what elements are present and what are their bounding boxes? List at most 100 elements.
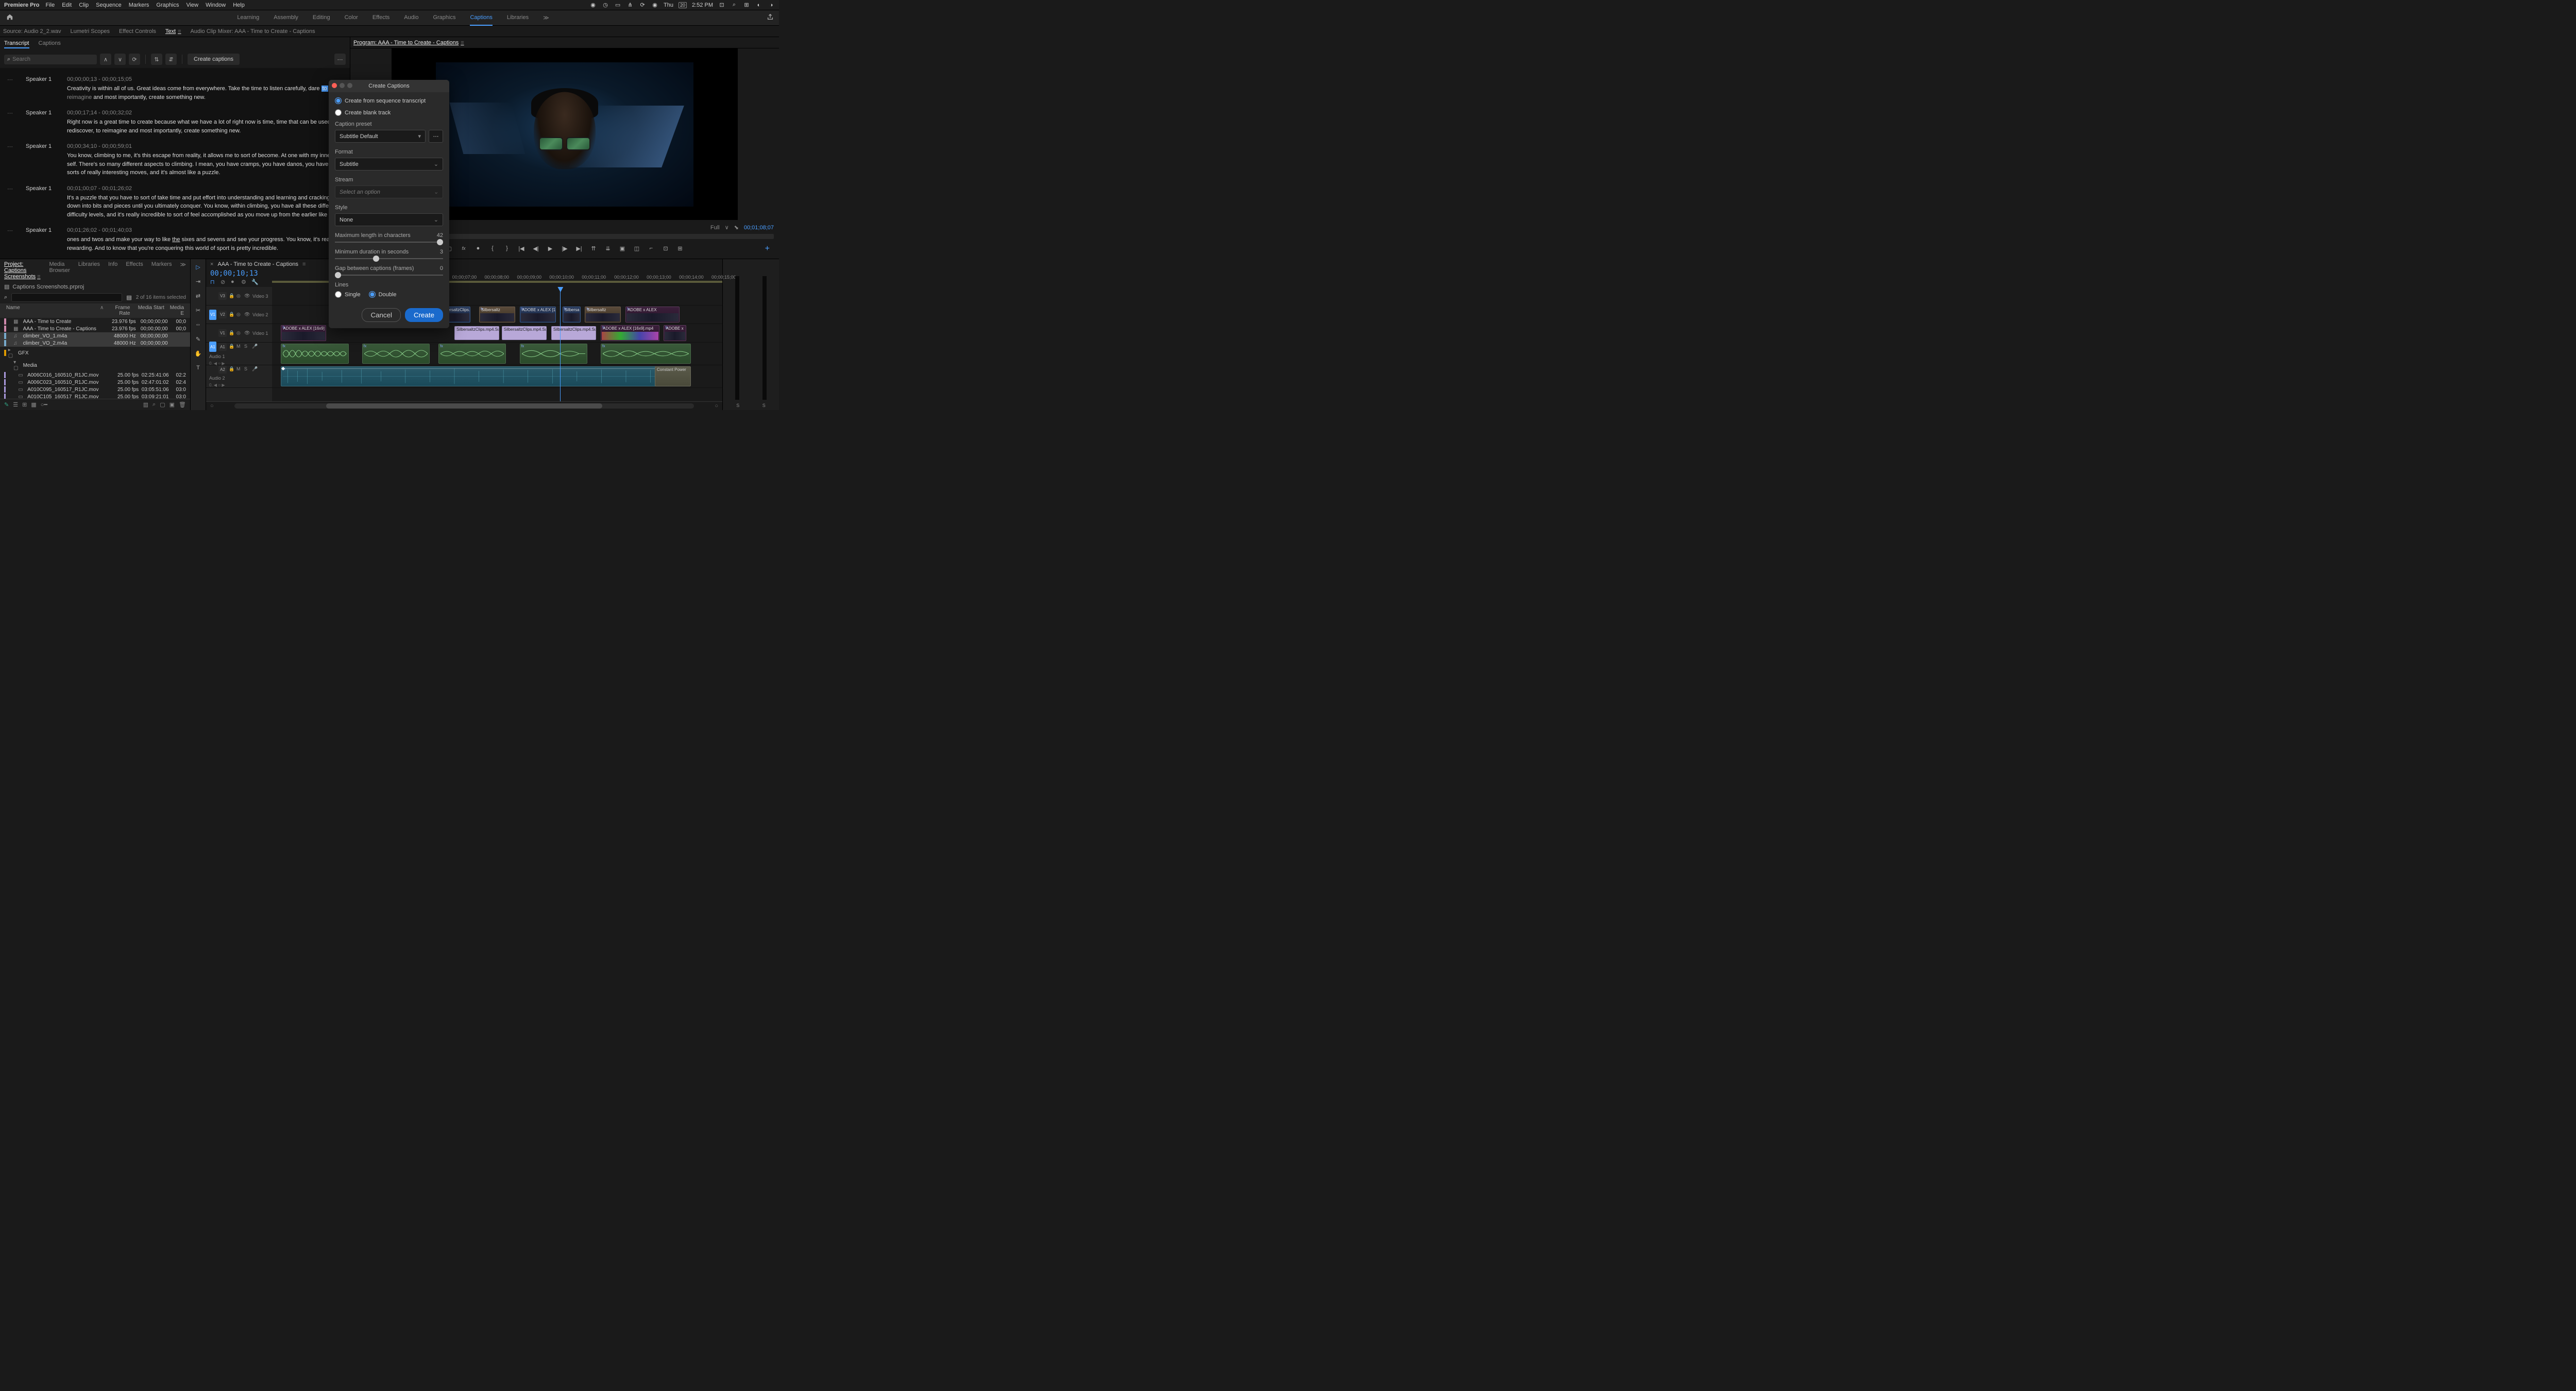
- tab-lumetri[interactable]: Lumetri Scopes: [71, 28, 110, 35]
- prev-button[interactable]: ∧: [100, 54, 111, 65]
- ripple-edit-tool[interactable]: ⇄: [194, 291, 203, 300]
- format-dropdown[interactable]: Subtitle⌄: [335, 158, 443, 171]
- toolbar-more[interactable]: ⋯: [334, 54, 346, 65]
- goto-out-button[interactable]: ▶|: [575, 244, 583, 252]
- ws-editing[interactable]: Editing: [313, 10, 330, 26]
- search-input[interactable]: [12, 56, 94, 62]
- project-overflow[interactable]: ≫: [180, 261, 186, 280]
- segment-text[interactable]: ones and twos and make your way to like …: [67, 235, 343, 252]
- project-search-input[interactable]: [11, 293, 122, 302]
- type-tool[interactable]: T: [194, 363, 203, 372]
- menu-sequence[interactable]: Sequence: [96, 2, 122, 8]
- hscroll-left[interactable]: ○: [210, 403, 214, 409]
- new-bin-icon[interactable]: ▢: [160, 401, 165, 408]
- transcript-segment[interactable]: ⋯ Speaker 1 00;00;34;10 - 00;00;59;01 Yo…: [0, 139, 350, 181]
- slip-tool[interactable]: ⇔: [194, 320, 203, 329]
- tab-text[interactable]: Text≡: [165, 28, 181, 35]
- subtab-captions[interactable]: Captions: [39, 39, 61, 48]
- segment-text[interactable]: Creativity is within all of us. Great id…: [67, 84, 343, 101]
- out-button[interactable]: }: [503, 244, 511, 252]
- new-item-icon[interactable]: ▣: [170, 401, 175, 408]
- project-item[interactable]: ▦AAA - Time to Create23.976 fps00;00;00;…: [0, 318, 190, 325]
- program-tab[interactable]: Program: AAA - Time to Create - Captions…: [353, 40, 464, 46]
- merge-down-button[interactable]: ⇵: [165, 54, 177, 65]
- user-icon[interactable]: ◑: [768, 2, 775, 9]
- project-item[interactable]: ▸ ▢GFX: [0, 347, 190, 359]
- radio-from-transcript[interactable]: Create from sequence transcript: [335, 97, 443, 104]
- create-captions-button[interactable]: Create captions: [188, 54, 240, 65]
- timeline-playhead[interactable]: [560, 287, 561, 401]
- markers-tab[interactable]: Markers: [151, 261, 172, 280]
- ws-more[interactable]: ≫: [543, 10, 549, 26]
- ws-graphics[interactable]: Graphics: [433, 10, 455, 26]
- trash-icon[interactable]: 🗑: [179, 401, 186, 408]
- pen-icon[interactable]: ✎: [4, 401, 9, 408]
- cc-icon[interactable]: ◉: [589, 2, 597, 9]
- zoom-dropdown[interactable]: ⬊: [734, 224, 739, 231]
- control-center-icon[interactable]: ⊞: [743, 2, 750, 9]
- gap-slider[interactable]: [335, 275, 443, 276]
- menu-markers[interactable]: Markers: [129, 2, 149, 8]
- menu-graphics[interactable]: Graphics: [156, 2, 179, 8]
- mindur-slider[interactable]: [335, 258, 443, 259]
- project-item[interactable]: ▭A006C023_160510_R1JC.mov25.00 fps02:47:…: [0, 379, 190, 386]
- effects-tab[interactable]: Effects: [126, 261, 143, 280]
- tab-audio-mixer[interactable]: Audio Clip Mixer: AAA - Time to Create -…: [191, 28, 315, 35]
- track-select-tool[interactable]: ⇥: [194, 277, 203, 286]
- ws-effects[interactable]: Effects: [372, 10, 389, 26]
- maximize-icon[interactable]: [347, 83, 352, 88]
- segment-menu-icon[interactable]: ⋯: [7, 143, 15, 177]
- hscroll-right[interactable]: ○: [715, 403, 718, 409]
- settings-icon[interactable]: ⚙: [241, 279, 248, 286]
- maxlen-slider[interactable]: [335, 242, 443, 243]
- preset-dropdown[interactable]: Subtitle Default▾: [335, 130, 426, 143]
- lift-button[interactable]: ⇈: [589, 244, 598, 252]
- find-icon[interactable]: ⌕: [152, 401, 156, 408]
- next-button[interactable]: ∨: [114, 54, 126, 65]
- filter-icon[interactable]: ▤: [126, 294, 131, 301]
- transcript-segment[interactable]: ⋯ Speaker 1 00;01;26;02 - 00;01;40;03 on…: [0, 223, 350, 257]
- track-head-v1[interactable]: V1 🔒◎👁 Video 1: [206, 324, 272, 343]
- step-back-button[interactable]: ◀|: [532, 244, 540, 252]
- goto-in-button[interactable]: |◀: [517, 244, 526, 252]
- zoom-slider[interactable]: ○━: [41, 401, 47, 408]
- ws-libraries[interactable]: Libraries: [507, 10, 529, 26]
- list-view-icon[interactable]: ☰: [13, 401, 18, 408]
- spotlight-icon[interactable]: ⊡: [718, 2, 725, 9]
- transcript-segment[interactable]: ⋯ Speaker 1 00;00;00;13 - 00;00;15;05 Cr…: [0, 72, 350, 106]
- style-dropdown[interactable]: None⌄: [335, 213, 443, 226]
- radio-blank-track[interactable]: Create blank track: [335, 109, 443, 116]
- wifi-icon[interactable]: ⋔: [626, 2, 634, 9]
- compare-button[interactable]: ◫: [633, 244, 641, 252]
- menu-window[interactable]: Window: [206, 2, 226, 8]
- auto-seq-icon[interactable]: ▥: [143, 401, 148, 408]
- radio-double[interactable]: Double: [369, 291, 397, 298]
- project-item[interactable]: ▾ ▢Media: [0, 359, 190, 371]
- menu-clip[interactable]: Clip: [79, 2, 89, 8]
- project-item[interactable]: ▭A010C105_160517_R1JC.mov25.00 fps03:09:…: [0, 393, 190, 399]
- extract-button[interactable]: ⇊: [604, 244, 612, 252]
- ws-learning[interactable]: Learning: [237, 10, 259, 26]
- media-browser-tab[interactable]: Media Browser: [49, 261, 70, 280]
- timeline-menu-icon[interactable]: ×: [210, 261, 213, 267]
- create-button[interactable]: Create: [405, 308, 443, 322]
- segment-text[interactable]: It's a puzzle that you have to sort of t…: [67, 194, 343, 219]
- segment-menu-icon[interactable]: ⋯: [7, 110, 15, 135]
- track-head-v2[interactable]: V1V2 🔒◎👁 Video 2: [206, 306, 272, 324]
- minimize-icon[interactable]: [340, 83, 345, 88]
- subtab-transcript[interactable]: Transcript: [4, 39, 29, 48]
- track-head-a1[interactable]: A1A1 🔒MS🎤 Audio 1 0. ◀ ○ ▶: [206, 343, 272, 365]
- segment-menu-icon[interactable]: ⋯: [7, 185, 15, 219]
- transcript-search[interactable]: ⌕: [4, 55, 97, 64]
- libraries-tab[interactable]: Libraries: [78, 261, 100, 280]
- freeform-view-icon[interactable]: ▦: [31, 401, 36, 408]
- program-timecode[interactable]: 00;01;08;07: [744, 225, 774, 231]
- ws-assembly[interactable]: Assembly: [274, 10, 298, 26]
- timeline-zoom-scrollbar[interactable]: [234, 403, 694, 409]
- marker-add-icon[interactable]: ●: [231, 279, 238, 286]
- project-item[interactable]: ♫climber_VO_1.m4a48000 Hz00;00;00;00: [0, 332, 190, 340]
- sequence-menu-icon[interactable]: ≡: [302, 261, 306, 267]
- ws-captions[interactable]: Captions: [470, 10, 492, 26]
- project-column-headers[interactable]: Name∧ Frame Rate Media Start Media E: [0, 303, 190, 318]
- track-head-a2[interactable]: A2 🔒MS🎤 Audio 2 0. ◀ ○ ▶: [206, 365, 272, 388]
